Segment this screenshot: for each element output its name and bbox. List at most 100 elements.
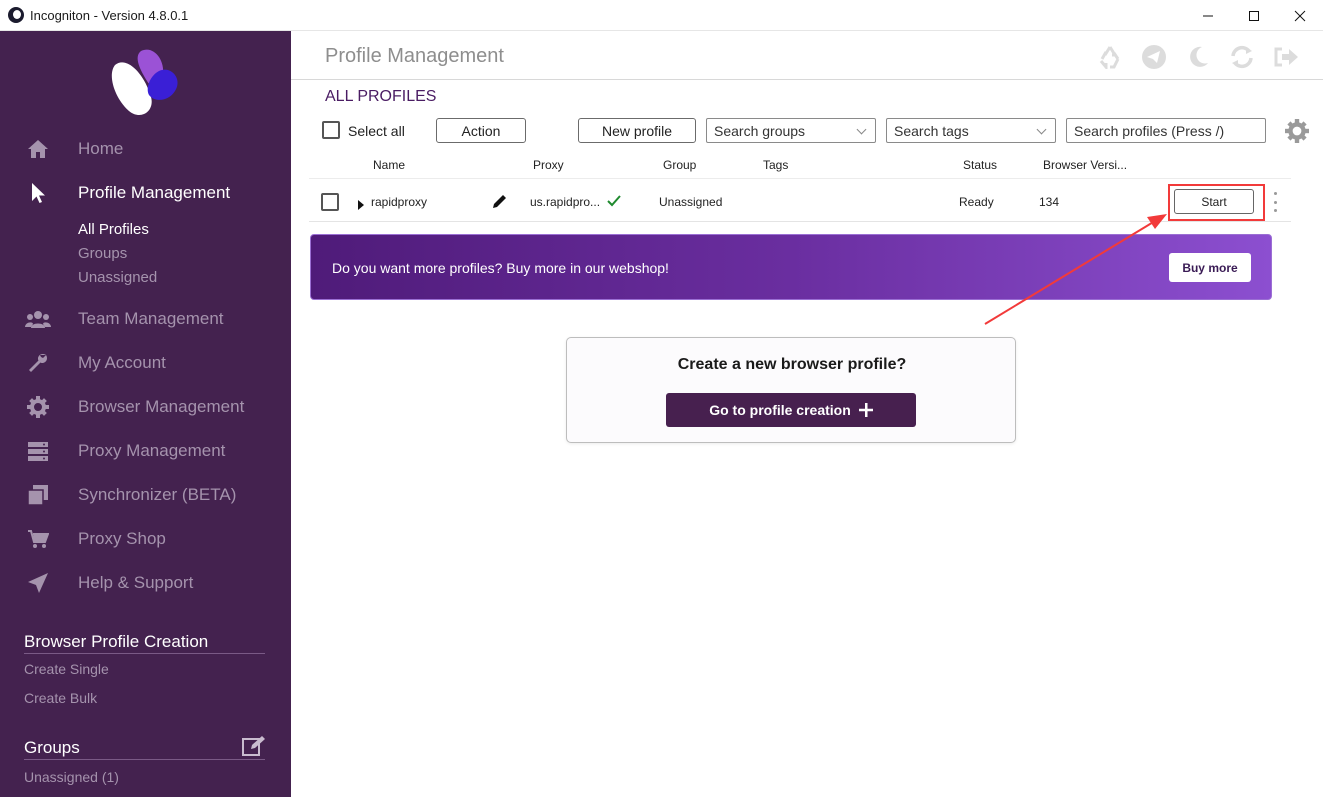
- telegram-icon: [1142, 45, 1166, 69]
- profiles-toolbar: Select all Action New profile Search gro…: [291, 118, 1323, 144]
- start-button[interactable]: Start: [1174, 189, 1254, 214]
- section-title: ALL PROFILES: [325, 88, 437, 105]
- nav-profile-management-label: Profile Management: [78, 183, 231, 202]
- cart-icon: [25, 526, 51, 552]
- team-icon: [25, 306, 51, 332]
- refresh-button[interactable]: [1227, 43, 1257, 71]
- header-divider: [291, 79, 1323, 80]
- chevron-down-icon: [856, 124, 867, 135]
- create-bulk-link[interactable]: Create Bulk: [24, 690, 97, 706]
- subnav-unassigned[interactable]: Unassigned: [78, 269, 157, 286]
- profile-proxy: us.rapidpro...: [530, 195, 601, 209]
- nav-home[interactable]: Home: [0, 129, 291, 169]
- creation-divider: [24, 653, 265, 654]
- minimize-button[interactable]: [1185, 0, 1231, 31]
- server-icon: [25, 438, 51, 464]
- header-toolbar: [1095, 43, 1301, 71]
- window-titlebar: Incogniton - Version 4.8.0.1: [0, 0, 1323, 31]
- window-title: Incogniton - Version 4.8.0.1: [30, 7, 189, 23]
- main-content: Profile Management ALL PROFILES Select a…: [291, 31, 1323, 797]
- row-more-menu-icon[interactable]: [1274, 192, 1278, 212]
- wrench-icon: [25, 350, 51, 376]
- profile-name[interactable]: rapidproxy: [371, 195, 427, 209]
- column-header-browser-version[interactable]: Browser Versi...: [1043, 158, 1127, 172]
- search-profiles-input[interactable]: Search profiles (Press /): [1066, 118, 1266, 143]
- nav-synchronizer-label: Synchronizer (BETA): [78, 485, 237, 504]
- column-header-group[interactable]: Group: [663, 158, 696, 172]
- nav-browser-management[interactable]: Browser Management: [0, 387, 291, 427]
- logout-button[interactable]: [1271, 43, 1301, 71]
- minimize-icon: [1203, 15, 1213, 16]
- select-all-checkbox[interactable]: [322, 121, 340, 139]
- plus-icon: [858, 403, 873, 417]
- webshop-banner: Do you want more profiles? Buy more in o…: [310, 234, 1272, 300]
- stack-icon: [25, 482, 51, 508]
- nav-proxy-management-label: Proxy Management: [78, 441, 226, 460]
- maximize-button[interactable]: [1231, 0, 1277, 31]
- nav-my-account[interactable]: My Account: [0, 343, 291, 383]
- groups-divider: [24, 759, 265, 760]
- group-unassigned-link[interactable]: Unassigned (1): [24, 769, 119, 785]
- recycle-button[interactable]: [1095, 43, 1125, 71]
- table-settings-button[interactable]: [1285, 119, 1309, 148]
- select-all-label[interactable]: Select all: [348, 123, 405, 139]
- go-to-profile-creation-label: Go to profile creation: [709, 402, 851, 418]
- row-checkbox[interactable]: [321, 193, 339, 211]
- create-single-link[interactable]: Create Single: [24, 661, 109, 677]
- incogniton-logo-icon: [111, 49, 178, 116]
- app-logo-icon: [8, 7, 24, 23]
- refresh-icon: [1231, 45, 1253, 69]
- moon-icon: [1190, 46, 1208, 67]
- nav-my-account-label: My Account: [78, 353, 166, 372]
- edit-pencil-icon[interactable]: [492, 193, 508, 214]
- proxy-ok-check-icon: [607, 194, 621, 212]
- nav-proxy-shop[interactable]: Proxy Shop: [0, 519, 291, 559]
- nav-team-management[interactable]: Team Management: [0, 299, 291, 339]
- telegram-button[interactable]: [1139, 43, 1169, 71]
- sidebar: Home Profile Management All Profiles Gro…: [0, 31, 291, 797]
- expand-row-icon[interactable]: [357, 197, 365, 215]
- logout-icon: [1274, 47, 1298, 67]
- create-profile-title: Create a new browser profile?: [677, 356, 907, 373]
- nav-help-support[interactable]: Help & Support: [0, 563, 291, 603]
- nav-browser-management-label: Browser Management: [78, 397, 245, 416]
- subnav-all-profiles[interactable]: All Profiles: [78, 221, 149, 238]
- column-header-proxy[interactable]: Proxy: [533, 158, 564, 172]
- gear-icon: [1285, 119, 1309, 143]
- paper-plane-icon: [25, 570, 51, 596]
- nav-help-support-label: Help & Support: [78, 573, 194, 592]
- groups-section-title: Groups: [24, 738, 80, 757]
- recycle-icon: [1099, 46, 1120, 69]
- buy-more-button[interactable]: Buy more: [1169, 253, 1251, 282]
- subnav-groups[interactable]: Groups: [78, 245, 127, 262]
- nav-synchronizer[interactable]: Synchronizer (BETA): [0, 475, 291, 515]
- profile-browser-version: 134: [1039, 195, 1060, 209]
- search-groups-placeholder: Search groups: [714, 122, 806, 139]
- home-icon: [25, 136, 51, 162]
- dark-mode-button[interactable]: [1183, 43, 1213, 71]
- column-header-name[interactable]: Name: [373, 158, 405, 172]
- nav-proxy-management[interactable]: Proxy Management: [0, 431, 291, 471]
- page-title: Profile Management: [325, 45, 504, 67]
- search-profiles-placeholder: Search profiles (Press /): [1074, 122, 1225, 139]
- column-header-tags[interactable]: Tags: [763, 158, 788, 172]
- create-profile-card: Create a new browser profile? Go to prof…: [566, 337, 1016, 443]
- close-icon: [1294, 10, 1306, 21]
- nav-profile-management[interactable]: Profile Management: [0, 173, 291, 213]
- table-row: rapidproxy us.rapidpro... Unassigned Rea…: [309, 178, 1291, 222]
- nav-team-management-label: Team Management: [78, 309, 224, 328]
- new-profile-button[interactable]: New profile: [578, 118, 696, 143]
- action-button[interactable]: Action: [436, 118, 526, 143]
- banner-text: Do you want more profiles? Buy more in o…: [332, 260, 669, 276]
- go-to-profile-creation-button[interactable]: Go to profile creation: [666, 393, 916, 427]
- creation-section-title: Browser Profile Creation: [24, 632, 209, 651]
- gear-icon: [25, 394, 51, 420]
- nav-home-label: Home: [78, 139, 124, 158]
- search-tags-select[interactable]: Search tags: [886, 118, 1056, 143]
- search-tags-placeholder: Search tags: [894, 122, 969, 139]
- search-groups-select[interactable]: Search groups: [706, 118, 876, 143]
- column-header-status[interactable]: Status: [963, 158, 997, 172]
- edit-groups-icon[interactable]: [242, 735, 266, 762]
- chevron-down-icon: [1036, 124, 1047, 135]
- close-button[interactable]: [1277, 0, 1323, 31]
